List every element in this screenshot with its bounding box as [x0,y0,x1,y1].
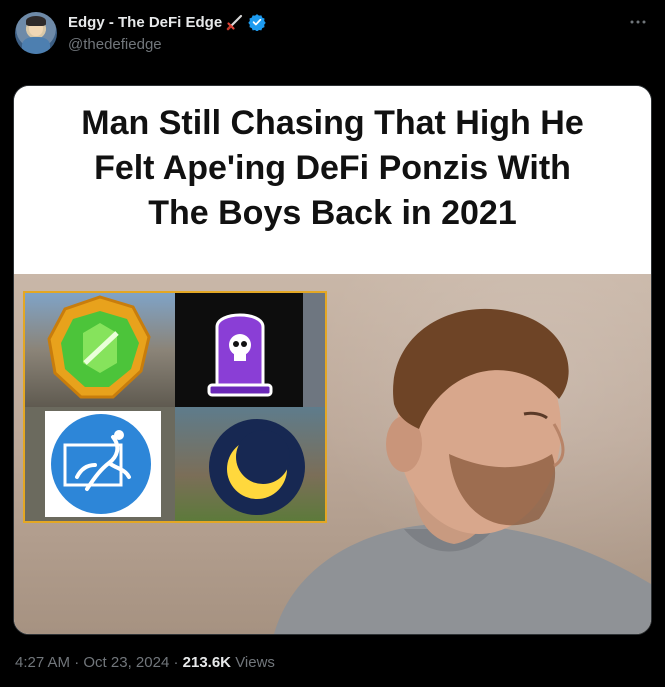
meme-photo [14,274,651,634]
tweet-meta: 4:27 AM · Oct 23, 2024 · 213.6K Views [15,654,275,671]
falling-man-coin-icon [45,411,161,517]
tweet-time[interactable]: 4:27 AM [15,654,70,671]
tweet-header: Edgy - The DeFi Edge @thedefiedge [0,0,665,75]
meta-separator: · [74,654,80,671]
sword-icon [226,13,244,31]
tweet-media-image[interactable]: Man Still Chasing That High He Felt Ape'… [13,85,652,635]
luna-moon-coin-icon [209,419,305,515]
headline-line-2: Felt Ape'ing DeFi Ponzis With [94,149,571,187]
tweet-date[interactable]: Oct 23, 2024 [83,654,169,671]
grid-tile [25,407,175,521]
tombstone-skull-icon [175,293,303,407]
green-gem-coin-icon [47,295,151,399]
grid-tile [175,293,325,407]
defi-logo-grid [23,291,327,523]
headline-line-1: Man Still Chasing That High He [81,104,584,142]
author-handle[interactable]: @thedefiedge [68,36,162,53]
headline-line-3: The Boys Back in 2021 [148,194,517,232]
meme-headline: Man Still Chasing That High He Felt Ape'… [14,86,651,274]
views-count[interactable]: 213.6K [183,654,231,671]
verified-icon[interactable] [248,13,266,32]
avatar[interactable] [15,12,57,54]
views-label: Views [235,654,275,671]
grid-tile [175,407,325,521]
meta-separator: · [173,654,179,671]
grid-tile [25,293,175,407]
author-name[interactable]: Edgy - The DeFi Edge [68,14,222,31]
author-name-row: Edgy - The DeFi Edge [68,13,266,32]
more-icon[interactable] [628,12,648,32]
